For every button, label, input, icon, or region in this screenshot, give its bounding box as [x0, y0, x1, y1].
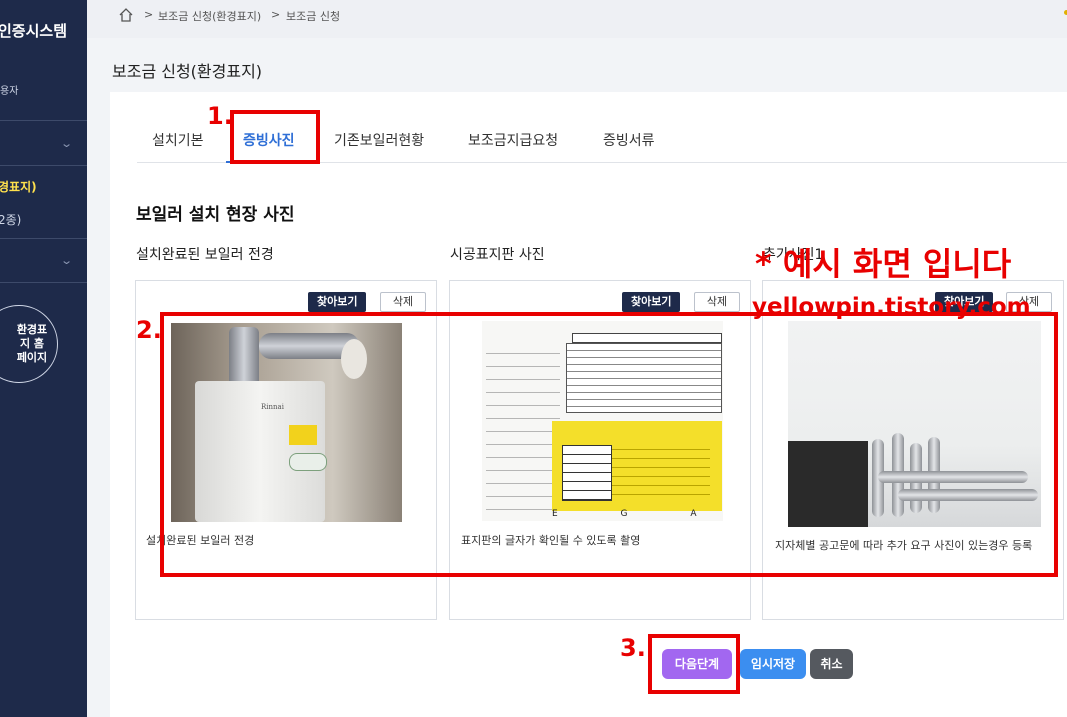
- tab-subsidy-request[interactable]: 보조금지급요청: [468, 130, 558, 150]
- delete-button[interactable]: 삭제: [694, 292, 740, 312]
- sidebar-divider: [0, 165, 87, 166]
- photo-caption: 설치완료된 보일러 전경: [146, 534, 255, 547]
- sidebar-divider: [0, 282, 87, 283]
- annotation-number-2: 2.: [136, 316, 162, 344]
- system-title: 인증시스템: [0, 22, 68, 40]
- chevron-down-icon[interactable]: ⌄: [60, 137, 73, 150]
- watermark-url: yellowpin.tistory.com: [752, 294, 1031, 320]
- photo-label-sign: 시공표지판 사진: [450, 247, 545, 263]
- find-button[interactable]: 찾아보기: [622, 292, 681, 312]
- chevron-down-icon[interactable]: ⌄: [60, 254, 73, 267]
- boiler-photo: Rinnai: [171, 323, 402, 522]
- photo-caption: 표지판의 글자가 확인될 수 있도록 촬영: [461, 534, 641, 547]
- breadcrumb-separator: >: [271, 8, 281, 21]
- cancel-button[interactable]: 취소: [810, 649, 853, 679]
- active-tab-indicator: [226, 161, 316, 163]
- photo-caption: 지자체별 공고문에 따라 추가 요구 사진이 있는경우 등록: [775, 539, 1033, 552]
- photo-sign-text: E G A L: [552, 509, 723, 519]
- page-title: 보조금 신청(환경표지): [112, 62, 263, 81]
- sidebar-item-sub[interactable]: 2종): [0, 211, 21, 228]
- eco-label-home-link[interactable]: 환경표지 홈페이지: [0, 305, 58, 383]
- find-button[interactable]: 찾아보기: [308, 292, 367, 312]
- sidebar-divider: [0, 238, 87, 239]
- photo-label-boiler: 설치완료된 보일러 전경: [136, 247, 274, 263]
- breadcrumb-separator: >: [144, 8, 154, 21]
- breadcrumb-item[interactable]: 보조금 신청: [286, 8, 340, 24]
- delete-button[interactable]: 삭제: [380, 292, 426, 312]
- home-link-label: 환경표지 홈페이지: [16, 323, 48, 364]
- sign-photo: E G A L: [482, 321, 723, 521]
- tab-existing-boiler[interactable]: 기존보일러현황: [334, 130, 424, 150]
- watermark-example-text: * 예시 화면 입니다: [755, 245, 1012, 283]
- annotation-number-1: 1.: [207, 102, 233, 130]
- breadcrumb-item[interactable]: 보조금 신청(환경표지): [158, 8, 261, 24]
- home-icon[interactable]: [118, 7, 134, 23]
- tab-evidence-photos[interactable]: 증빙사진: [243, 130, 295, 150]
- section-title: 보일러 설치 현장 사진: [136, 205, 295, 225]
- tab-evidence-documents[interactable]: 증빙서류: [603, 130, 655, 150]
- sidebar-divider: [0, 120, 87, 121]
- user-label: 용자: [0, 86, 19, 97]
- temp-save-button[interactable]: 임시저장: [740, 649, 806, 679]
- next-step-button[interactable]: 다음단계: [662, 649, 732, 679]
- extra-photo: [788, 321, 1041, 527]
- tab-install-basic[interactable]: 설치기본: [152, 130, 204, 150]
- annotation-number-3: 3.: [620, 634, 646, 662]
- photo-brand-text: Rinnai: [261, 403, 284, 411]
- sidebar: 인증시스템 용자 ⌄ 경표지) 2종) ⌄ 환경표지 홈페이지: [0, 0, 87, 717]
- sidebar-item-active[interactable]: 경표지): [0, 178, 37, 195]
